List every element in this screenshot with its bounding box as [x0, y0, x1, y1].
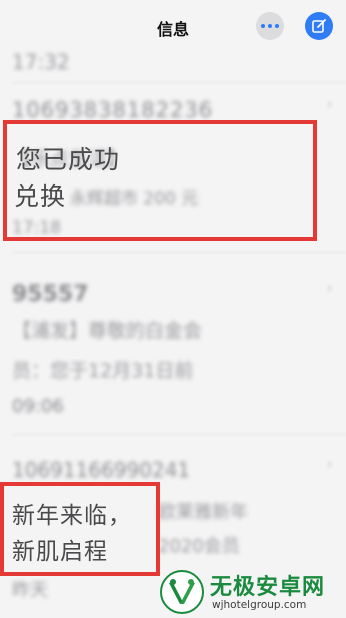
chevron-right-icon: ›: [326, 278, 334, 299]
more-button[interactable]: [256, 12, 284, 40]
chevron-right-icon: ›: [326, 454, 334, 475]
compose-icon: [312, 19, 326, 33]
highlight-box: [0, 482, 160, 576]
watermark-title: 无极安卓网: [210, 575, 326, 600]
android-logo-icon: [160, 570, 204, 614]
message-time: 17:32: [12, 50, 70, 74]
highlight-box: [3, 120, 317, 241]
sender-name: 10693838182236: [12, 98, 214, 122]
message-time: 昨天: [12, 580, 48, 601]
divider: [12, 82, 346, 83]
navigation-header: 信息: [0, 8, 346, 46]
divider: [12, 252, 346, 253]
message-preview-rest: 2020会员: [158, 536, 240, 557]
status-bar: [0, 0, 346, 8]
compose-button[interactable]: [305, 12, 333, 40]
ellipsis-icon: [261, 24, 265, 28]
watermark-logo: 无极安卓网 wjhotelgroup.com: [160, 567, 346, 618]
watermark-url: wjhotelgroup.com: [212, 599, 307, 611]
divider: [12, 434, 346, 435]
message-preview-rest: 欧莱雅新年: [158, 502, 248, 523]
message-time: 09:06: [12, 396, 64, 417]
message-preview-line: 员：您于12月31日前: [12, 360, 194, 382]
sender-name: 95557: [12, 282, 89, 307]
message-preview-line: 【浦发】尊敬的白金会: [12, 320, 203, 342]
sender-name: 10691166990241: [12, 458, 191, 482]
page-title: 信息: [156, 20, 189, 39]
chevron-right-icon: ›: [326, 94, 334, 115]
